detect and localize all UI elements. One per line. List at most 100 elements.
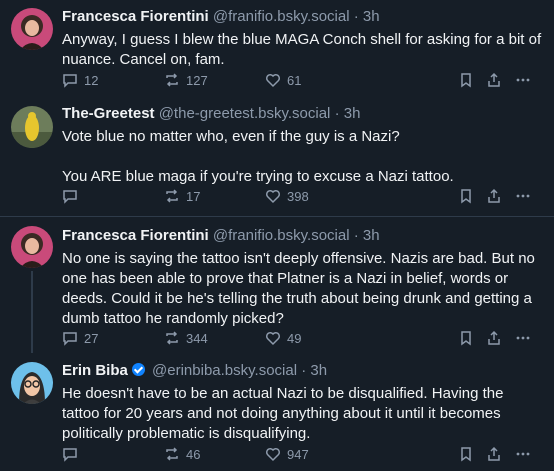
post-body: He doesn't have to be an actual Nazi to …	[62, 384, 542, 444]
repost-count: 17	[186, 188, 201, 204]
post-body: Anyway, I guess I blew the blue MAGA Con…	[62, 30, 542, 70]
repost-icon	[166, 73, 178, 87]
like-count: 61	[287, 72, 302, 88]
author-name[interactable]: Francesca Fiorentini	[62, 227, 209, 244]
repost-icon	[166, 189, 178, 203]
reply-count: 27	[84, 330, 99, 346]
post-body: No one is saying the tattoo isn't deeply…	[62, 249, 542, 329]
author-handle[interactable]: @erinbiba.bsky.social	[152, 362, 297, 379]
post-text: Vote blue no matter who, even if the guy…	[62, 128, 400, 145]
share-icon	[488, 72, 500, 87]
author-name[interactable]: The-Greetest	[62, 105, 155, 122]
post-text: Anyway, I guess I blew the blue MAGA Con…	[62, 31, 542, 68]
separator: ·	[334, 105, 340, 122]
repost-count: 344	[186, 330, 208, 346]
like-button[interactable]: 398	[265, 186, 309, 206]
separator: ·	[301, 362, 307, 379]
more-icon	[516, 78, 530, 82]
repost-button[interactable]: 46	[164, 444, 200, 464]
post-header: Francesca Fiorentini @franifio.bsky.soci…	[62, 227, 542, 245]
avatar[interactable]	[11, 106, 53, 148]
reply-icon	[63, 190, 77, 204]
share-button[interactable]	[486, 70, 502, 90]
like-count: 947	[287, 446, 309, 462]
post-body: Vote blue no matter who, even if the guy…	[62, 127, 542, 187]
avatar[interactable]	[11, 226, 53, 268]
post-header: Erin Biba @erinbiba.bsky.social · 3h	[62, 362, 542, 380]
bookmark-button[interactable]	[458, 186, 474, 206]
timestamp[interactable]: 3h	[363, 8, 380, 25]
post[interactable]: Francesca Fiorentini @franifio.bsky.soci…	[0, 0, 554, 100]
share-icon	[488, 188, 500, 203]
like-button[interactable]: 947	[265, 444, 309, 464]
post-actions: 46 947	[62, 444, 542, 464]
post-header: The-Greetest @the-greetest.bsky.social ·…	[62, 105, 542, 123]
post[interactable]: The-Greetest @the-greetest.bsky.social ·…	[0, 100, 554, 216]
like-count: 398	[287, 188, 309, 204]
like-count: 49	[287, 330, 302, 346]
more-button[interactable]	[515, 186, 531, 206]
more-icon	[516, 452, 530, 456]
timestamp[interactable]: 3h	[310, 362, 327, 379]
share-button[interactable]	[486, 444, 502, 464]
author-handle[interactable]: @franifio.bsky.social	[213, 227, 350, 244]
avatar[interactable]	[11, 362, 53, 404]
post-text: He doesn't have to be an actual Nazi to …	[62, 385, 504, 442]
post[interactable]: Erin Biba @erinbiba.bsky.social · 3h He …	[0, 353, 554, 471]
avatar[interactable]	[11, 8, 53, 50]
reply-button[interactable]	[62, 444, 84, 464]
timestamp[interactable]: 3h	[363, 227, 380, 244]
bookmark-button[interactable]	[458, 328, 474, 348]
repost-icon	[166, 447, 178, 461]
author-name[interactable]: Erin Biba	[62, 362, 128, 379]
repost-button[interactable]: 344	[164, 328, 208, 348]
heart-icon	[265, 189, 281, 204]
share-icon	[488, 446, 500, 461]
bookmark-icon	[461, 73, 471, 88]
more-button[interactable]	[515, 70, 531, 90]
post-header: Francesca Fiorentini @franifio.bsky.soci…	[62, 8, 542, 26]
reply-button[interactable]: 12	[62, 70, 98, 90]
share-button[interactable]	[486, 328, 502, 348]
more-button[interactable]	[515, 444, 531, 464]
share-button[interactable]	[486, 186, 502, 206]
bookmark-button[interactable]	[458, 70, 474, 90]
more-icon	[516, 336, 530, 340]
heart-icon	[265, 331, 281, 346]
share-icon	[488, 330, 500, 345]
author-handle[interactable]: @the-greetest.bsky.social	[159, 105, 331, 122]
repost-count: 127	[186, 72, 208, 88]
reply-icon	[63, 74, 77, 88]
heart-icon	[265, 447, 281, 462]
repost-icon	[166, 331, 178, 345]
author-handle[interactable]: @franifio.bsky.social	[213, 8, 350, 25]
bookmark-icon	[461, 189, 471, 204]
heart-icon	[265, 73, 281, 88]
repost-button[interactable]: 17	[164, 186, 200, 206]
reply-button[interactable]	[62, 186, 84, 206]
post-text: You ARE blue maga if you're trying to ex…	[62, 168, 454, 185]
post-text: No one is saying the tattoo isn't deeply…	[62, 250, 535, 327]
more-icon	[516, 194, 530, 198]
verified-badge-icon[interactable]	[131, 363, 145, 376]
bookmark-icon	[461, 331, 471, 346]
like-button[interactable]: 61	[265, 70, 301, 90]
post-actions: 12 127 61	[62, 70, 542, 90]
author-name[interactable]: Francesca Fiorentini	[62, 8, 209, 25]
bookmark-button[interactable]	[458, 444, 474, 464]
repost-button[interactable]: 127	[164, 70, 208, 90]
like-button[interactable]: 49	[265, 328, 301, 348]
reply-icon	[63, 332, 77, 346]
thread-line	[31, 271, 33, 353]
reply-button[interactable]: 27	[62, 328, 98, 348]
timestamp[interactable]: 3h	[344, 105, 361, 122]
separator: ·	[353, 227, 359, 244]
more-button[interactable]	[515, 328, 531, 348]
separator: ·	[353, 8, 359, 25]
reply-count: 12	[84, 72, 99, 88]
post-actions: 27 344 49	[62, 328, 542, 348]
bookmark-icon	[461, 447, 471, 462]
post-actions: 17 398	[62, 186, 542, 206]
post[interactable]: Francesca Fiorentini @franifio.bsky.soci…	[0, 217, 554, 353]
repost-count: 46	[186, 446, 201, 462]
